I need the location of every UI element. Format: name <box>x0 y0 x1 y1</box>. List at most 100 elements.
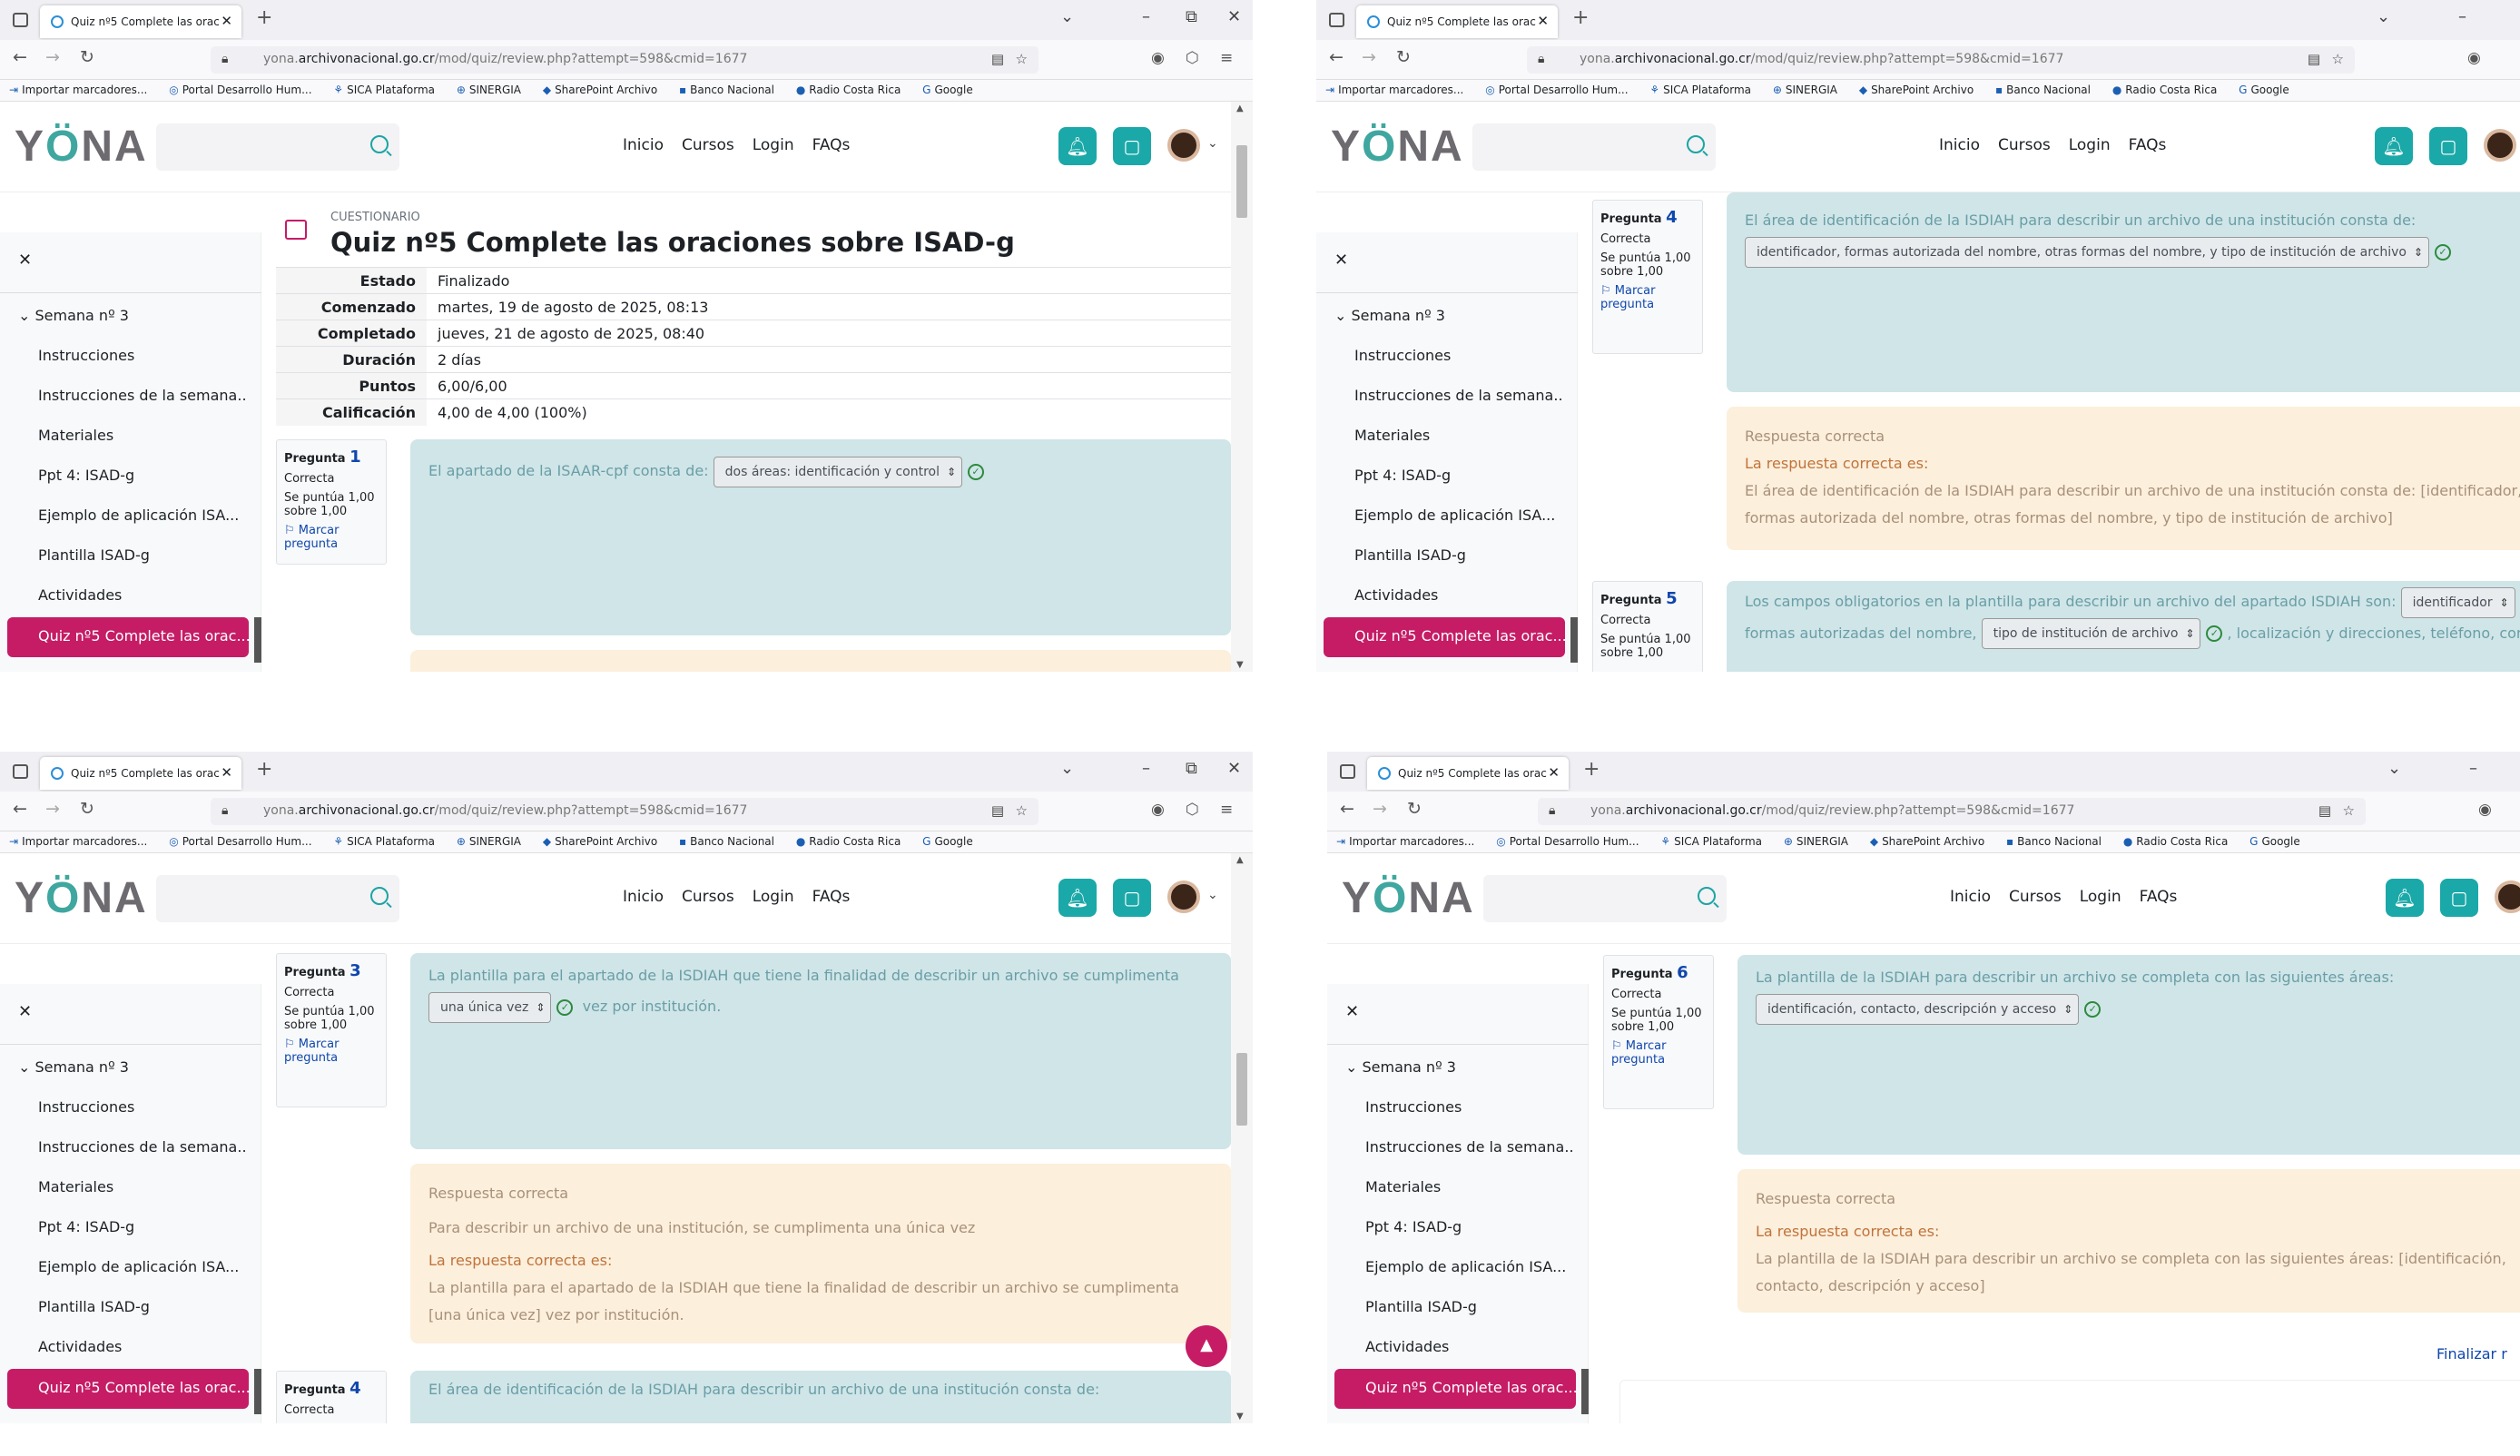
search-input[interactable] <box>1483 875 1727 922</box>
minimize-icon[interactable]: – <box>1142 7 1150 26</box>
drawer-item[interactable]: Plantilla ISAD-g <box>1365 1298 1574 1315</box>
back-icon[interactable]: ← <box>1340 799 1354 819</box>
forward-icon[interactable]: → <box>1362 47 1376 67</box>
bookmark-item[interactable]: ⊕ SINERGIA <box>1784 835 1848 848</box>
close-tab-icon[interactable]: ✕ <box>221 13 232 29</box>
bookmark-item[interactable]: ⇥ Importar marcadores... <box>1336 835 1474 848</box>
yona-logo[interactable]: YÖNA <box>1331 122 1464 172</box>
chevron-down-icon[interactable]: ⌄ <box>1207 136 1218 151</box>
bookmark-item[interactable]: ⊕ SINERGIA <box>457 835 521 848</box>
tab-dropdown-icon[interactable]: ⌄ <box>1060 759 1074 778</box>
reader-icon[interactable]: ▤ <box>2308 51 2320 67</box>
bell-icon[interactable]: 🔔︎ <box>1058 879 1097 917</box>
url-bar[interactable]: 🔒︎ yona.archivonacional.go.cr/mod/quiz/re… <box>211 46 1039 74</box>
drawer-item[interactable]: Ppt 4: ISAD-g <box>1365 1218 1574 1235</box>
url-bar[interactable]: 🔒︎ yona.archivonacional.go.cr/mod/quiz/re… <box>1527 46 2355 74</box>
drawer-item[interactable]: Instrucciones <box>38 347 247 364</box>
reload-icon[interactable]: ↻ <box>80 47 94 67</box>
bell-icon[interactable]: 🔔︎ <box>2386 879 2424 917</box>
bookmark-item[interactable]: ◎ Portal Desarrollo Hum... <box>169 84 311 96</box>
bookmark-item[interactable]: ⇥ Importar marcadores... <box>9 84 147 96</box>
bookmark-item[interactable]: G Google <box>922 835 973 848</box>
extensions-icon[interactable]: ⬡ <box>1186 49 1199 67</box>
bookmark-item[interactable]: ▪ Banco Nacional <box>1995 84 2091 96</box>
nav-login[interactable]: Login <box>753 136 794 154</box>
bookmark-item[interactable]: ◎ Portal Desarrollo Hum... <box>169 835 311 848</box>
nav-cursos[interactable]: Cursos <box>2009 888 2062 906</box>
drawer-item[interactable]: Instrucciones <box>38 1098 247 1116</box>
search-input[interactable] <box>156 875 399 922</box>
drawer-item[interactable]: Ppt 4: ISAD-g <box>38 467 247 484</box>
reader-icon[interactable]: ▤ <box>991 802 1004 819</box>
bookmark-item[interactable]: ⊕ SINERGIA <box>1773 84 1837 96</box>
bell-icon[interactable]: 🔔︎ <box>1058 127 1097 165</box>
bookmark-item[interactable]: G Google <box>2239 84 2289 96</box>
avatar[interactable] <box>1167 129 1200 162</box>
close-window-icon[interactable]: ✕ <box>1227 7 1241 26</box>
answer-select[interactable]: identificador, formas autorizada del nom… <box>1745 236 2429 268</box>
drawer-item-active[interactable]: Quiz nº5 Complete las orac... <box>1324 617 1565 657</box>
browser-tab[interactable]: Quiz nº5 Complete las oraciones sobre IS… <box>40 5 241 38</box>
yona-logo[interactable]: YÖNA <box>15 122 148 172</box>
new-tab-icon[interactable]: + <box>256 6 272 29</box>
bookmark-item[interactable]: ● Radio Costa Rica <box>2112 84 2218 96</box>
reader-icon[interactable]: ▤ <box>2318 802 2331 819</box>
bookmark-item[interactable]: ⇥ Importar marcadores... <box>9 835 147 848</box>
nav-inicio[interactable]: Inicio <box>623 136 664 154</box>
tab-dropdown-icon[interactable]: ⌄ <box>2377 7 2390 26</box>
bookmark-item[interactable]: ▪ Banco Nacional <box>679 84 774 96</box>
bookmark-item[interactable]: ⚘ SICA Plataforma <box>1660 835 1762 848</box>
bookmark-item[interactable]: ⚘ SICA Plataforma <box>333 84 435 96</box>
extensions-icon[interactable]: ⬡ <box>1186 801 1199 819</box>
drawer-item[interactable]: Ejemplo de aplicación ISA... <box>1365 1258 1574 1275</box>
browser-tab[interactable]: Quiz nº5 Complete las oraciones sobre IS… <box>40 757 241 790</box>
flag-question[interactable]: ⚐ Marcar pregunta <box>284 524 379 551</box>
bookmark-star-icon[interactable]: ☆ <box>2332 51 2344 67</box>
section-week[interactable]: ⌄ Semana nº 3 <box>1334 307 1445 324</box>
forward-icon[interactable]: → <box>1373 799 1387 819</box>
bookmark-star-icon[interactable]: ☆ <box>1016 51 1028 67</box>
answer-select[interactable]: identificación, contacto, descripción y … <box>1756 993 2080 1025</box>
maximize-icon[interactable]: ⧉ <box>1186 759 1197 778</box>
menu-icon[interactable]: ≡ <box>1220 49 1233 67</box>
forward-icon[interactable]: → <box>45 47 60 67</box>
search-input[interactable] <box>156 123 399 171</box>
tab-dropdown-icon[interactable]: ⌄ <box>2387 759 2401 778</box>
drawer-item[interactable]: Plantilla ISAD-g <box>1354 546 1563 564</box>
url-bar[interactable]: 🔒︎ yona.archivonacional.go.cr/mod/quiz/re… <box>1538 798 2366 825</box>
drawer-item[interactable]: Actividades <box>1354 586 1563 604</box>
bookmark-item[interactable]: ⇥ Importar marcadores... <box>1325 84 1463 96</box>
nav-faqs[interactable]: FAQs <box>812 136 851 154</box>
bookmark-star-icon[interactable]: ☆ <box>1016 802 1028 819</box>
yona-logo[interactable]: YÖNA <box>1342 873 1475 923</box>
drawer-item[interactable]: Materiales <box>1354 427 1563 444</box>
nav-login[interactable]: Login <box>753 888 794 906</box>
drawer-item[interactable]: Plantilla ISAD-g <box>38 1298 247 1315</box>
tab-list-icon[interactable] <box>1340 764 1355 779</box>
back-icon[interactable]: ← <box>1329 47 1344 67</box>
avatar[interactable] <box>2484 129 2516 162</box>
flag-question[interactable]: ⚐ Marcar pregunta <box>1611 1039 1706 1067</box>
chat-icon[interactable]: ▢ <box>1113 879 1151 917</box>
flag-question[interactable]: ⚐ Marcar pregunta <box>284 1038 379 1065</box>
drawer-item-active[interactable]: Quiz nº5 Complete las orac... <box>7 617 249 657</box>
drawer-item[interactable]: Instrucciones de la semana... <box>38 387 247 404</box>
new-tab-icon[interactable]: + <box>1572 6 1589 29</box>
account-icon[interactable]: ◉ <box>1151 801 1165 819</box>
bookmark-item[interactable]: ▪ Banco Nacional <box>679 835 774 848</box>
bookmark-item[interactable]: ⚘ SICA Plataforma <box>1649 84 1751 96</box>
bookmark-item[interactable]: ◆ SharePoint Archivo <box>1859 84 1974 96</box>
search-icon[interactable] <box>1687 135 1705 153</box>
close-tab-icon[interactable]: ✕ <box>1548 764 1560 781</box>
drawer-item[interactable]: Instrucciones <box>1354 347 1563 364</box>
bookmark-item[interactable]: ◆ SharePoint Archivo <box>543 84 657 96</box>
nav-faqs[interactable]: FAQs <box>2140 888 2178 906</box>
nav-faqs[interactable]: FAQs <box>2129 136 2167 154</box>
menu-icon[interactable]: ≡ <box>1220 801 1233 819</box>
nav-login[interactable]: Login <box>2080 888 2121 906</box>
back-icon[interactable]: ← <box>13 799 27 819</box>
bell-icon[interactable]: 🔔︎ <box>2375 127 2413 165</box>
account-icon[interactable]: ◉ <box>2478 801 2492 819</box>
drawer-item[interactable]: Ejemplo de aplicación ISA... <box>38 1258 247 1275</box>
new-tab-icon[interactable]: + <box>256 758 272 781</box>
